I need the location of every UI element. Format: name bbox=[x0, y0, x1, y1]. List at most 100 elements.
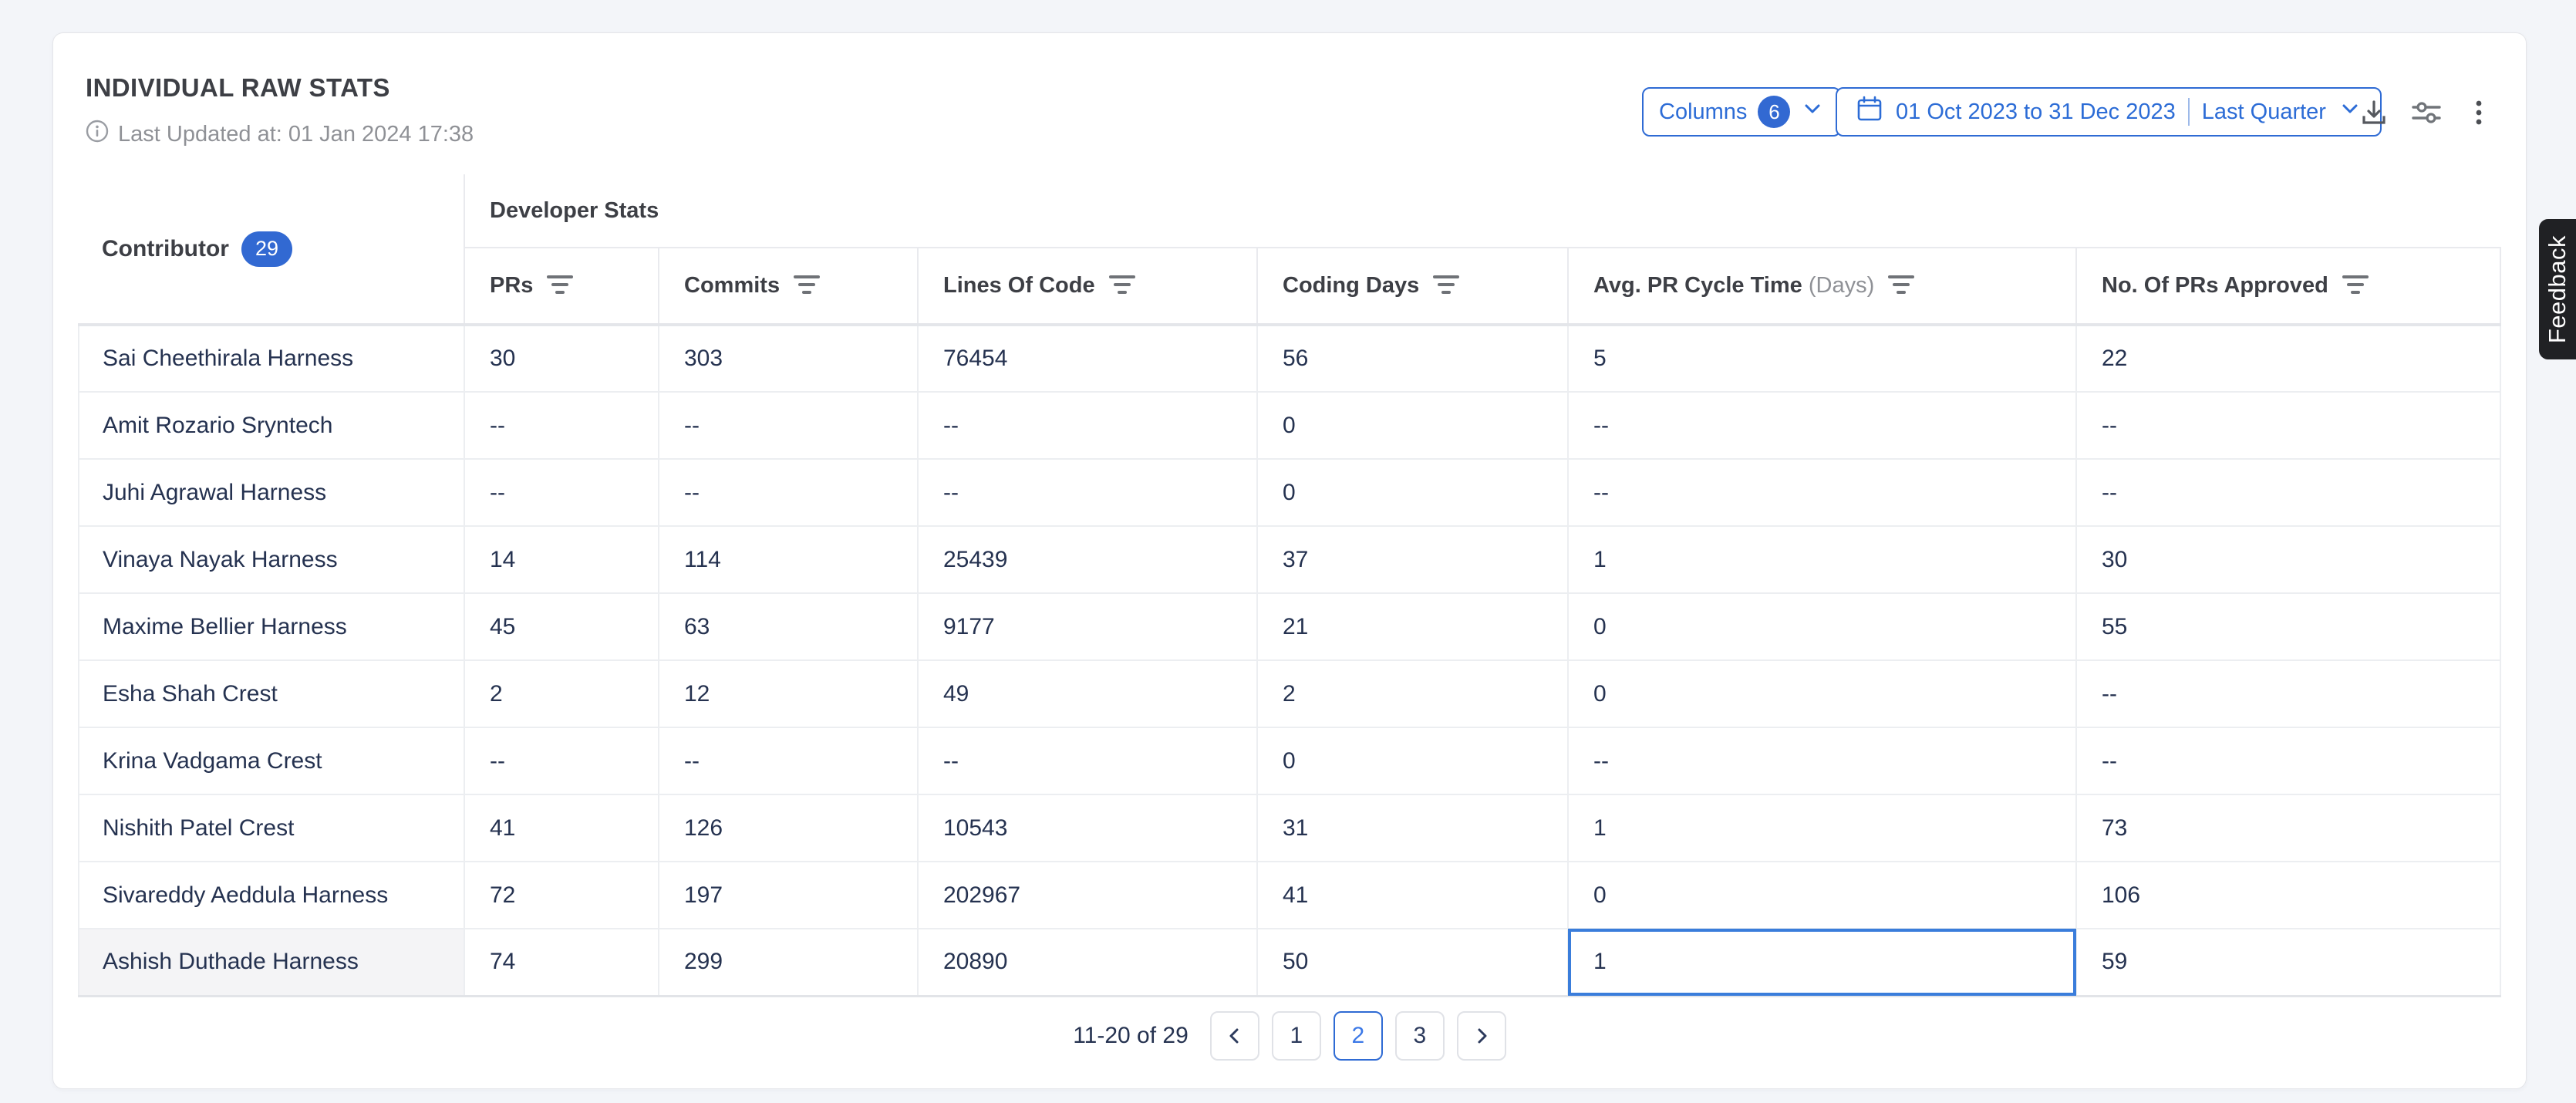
stat-cell[interactable]: 21 bbox=[1257, 593, 1568, 660]
table-row: Esha Shah Crest2124920-- bbox=[79, 660, 2500, 727]
stat-cell[interactable]: 0 bbox=[1568, 660, 2076, 727]
stat-cell[interactable]: -- bbox=[464, 459, 659, 526]
stat-cell[interactable]: 55 bbox=[2076, 593, 2500, 660]
contributor-cell[interactable]: Maxime Bellier Harness bbox=[79, 593, 464, 660]
stat-cell[interactable]: 41 bbox=[464, 794, 659, 862]
stat-cell[interactable]: 20890 bbox=[918, 929, 1257, 996]
stat-cell[interactable]: 25439 bbox=[918, 526, 1257, 593]
columns-button[interactable]: Columns 6 bbox=[1642, 87, 1841, 137]
date-range-button[interactable]: 01 Oct 2023 to 31 Dec 2023 Last Quarter bbox=[1836, 87, 2382, 137]
stat-cell[interactable]: 31 bbox=[1257, 794, 1568, 862]
contributor-cell[interactable]: Sai Cheethirala Harness bbox=[79, 325, 464, 392]
page-button-2[interactable]: 2 bbox=[1334, 1011, 1383, 1061]
stat-cell[interactable]: 1 bbox=[1568, 526, 2076, 593]
contributor-cell[interactable]: Nishith Patel Crest bbox=[79, 794, 464, 862]
contributor-cell[interactable]: Krina Vadgama Crest bbox=[79, 727, 464, 794]
stat-cell[interactable]: 9177 bbox=[918, 593, 1257, 660]
stat-cell[interactable]: 1 bbox=[1568, 794, 2076, 862]
stat-cell[interactable]: 12 bbox=[659, 660, 918, 727]
chevron-down-icon bbox=[1801, 97, 1824, 126]
stat-cell[interactable]: 299 bbox=[659, 929, 918, 996]
page-title: INDIVIDUAL RAW STATS bbox=[86, 73, 390, 103]
stat-cell[interactable]: -- bbox=[2076, 392, 2500, 459]
contributor-cell[interactable]: Vinaya Nayak Harness bbox=[79, 526, 464, 593]
stat-cell[interactable]: 37 bbox=[1257, 526, 1568, 593]
stat-cell[interactable]: -- bbox=[1568, 727, 2076, 794]
stat-cell[interactable]: 50 bbox=[1257, 929, 1568, 996]
stat-cell[interactable]: 2 bbox=[464, 660, 659, 727]
stat-cell[interactable]: 41 bbox=[1257, 862, 1568, 929]
page-button-3[interactable]: 3 bbox=[1395, 1011, 1445, 1061]
stat-cell[interactable]: 0 bbox=[1257, 459, 1568, 526]
individual-raw-stats-card: INDIVIDUAL RAW STATS Last Updated at: 01… bbox=[52, 32, 2527, 1089]
stat-cell[interactable]: 14 bbox=[464, 526, 659, 593]
stat-cell[interactable]: 0 bbox=[1568, 593, 2076, 660]
stat-cell[interactable]: 59 bbox=[2076, 929, 2500, 996]
stat-cell[interactable]: 0 bbox=[1257, 727, 1568, 794]
stat-cell[interactable]: -- bbox=[918, 392, 1257, 459]
last-updated-row: Last Updated at: 01 Jan 2024 17:38 bbox=[86, 120, 474, 149]
stat-cell[interactable]: 10543 bbox=[918, 794, 1257, 862]
contributor-column-header: Contributor 29 bbox=[79, 174, 464, 325]
developer-stats-group-header: Developer Stats bbox=[464, 174, 2500, 248]
stat-cell[interactable]: -- bbox=[918, 727, 1257, 794]
sliders-icon[interactable] bbox=[2406, 92, 2447, 133]
stat-cell[interactable]: 303 bbox=[659, 325, 918, 392]
stat-cell[interactable]: 63 bbox=[659, 593, 918, 660]
contributor-cell[interactable]: Ashish Duthade Harness bbox=[79, 929, 464, 996]
stat-cell[interactable]: 30 bbox=[464, 325, 659, 392]
column-header-prs: PRs bbox=[464, 248, 659, 325]
stat-cell[interactable]: 76454 bbox=[918, 325, 1257, 392]
filter-icon[interactable] bbox=[547, 275, 573, 294]
stat-cell[interactable]: -- bbox=[1568, 459, 2076, 526]
stat-cell[interactable]: 197 bbox=[659, 862, 918, 929]
feedback-tab-label: Feedback bbox=[2544, 235, 2571, 343]
contributor-cell[interactable]: Sivareddy Aeddula Harness bbox=[79, 862, 464, 929]
page-button-1[interactable]: 1 bbox=[1272, 1011, 1321, 1061]
stat-cell[interactable]: -- bbox=[918, 459, 1257, 526]
column-header-coding-days: Coding Days bbox=[1257, 248, 1568, 325]
stat-cell[interactable]: 72 bbox=[464, 862, 659, 929]
stat-cell[interactable]: -- bbox=[659, 459, 918, 526]
stat-cell[interactable]: -- bbox=[1568, 392, 2076, 459]
columns-button-label: Columns bbox=[1659, 100, 1747, 125]
stat-cell[interactable]: 114 bbox=[659, 526, 918, 593]
stat-cell[interactable]: -- bbox=[464, 727, 659, 794]
next-page-button[interactable] bbox=[1457, 1011, 1506, 1061]
stat-cell[interactable]: -- bbox=[2076, 727, 2500, 794]
stat-cell[interactable]: -- bbox=[464, 392, 659, 459]
filter-icon[interactable] bbox=[2342, 275, 2369, 294]
filter-icon[interactable] bbox=[1433, 275, 1459, 294]
kebab-menu-icon[interactable] bbox=[2458, 92, 2500, 133]
contributor-cell[interactable]: Esha Shah Crest bbox=[79, 660, 464, 727]
stat-cell[interactable]: 5 bbox=[1568, 325, 2076, 392]
stat-cell[interactable]: 49 bbox=[918, 660, 1257, 727]
stat-cell[interactable]: 0 bbox=[1568, 862, 2076, 929]
download-icon[interactable] bbox=[2353, 92, 2395, 133]
filter-icon[interactable] bbox=[794, 275, 820, 294]
table-row: Maxime Bellier Harness4563917721055 bbox=[79, 593, 2500, 660]
stat-cell[interactable]: -- bbox=[659, 392, 918, 459]
filter-icon[interactable] bbox=[1109, 275, 1135, 294]
stat-cell[interactable]: 22 bbox=[2076, 325, 2500, 392]
stat-cell[interactable]: 30 bbox=[2076, 526, 2500, 593]
stat-cell[interactable]: 1 bbox=[1568, 929, 2076, 996]
stat-cell[interactable]: 126 bbox=[659, 794, 918, 862]
contributor-cell[interactable]: Juhi Agrawal Harness bbox=[79, 459, 464, 526]
previous-page-button[interactable] bbox=[1210, 1011, 1259, 1061]
stat-cell[interactable]: 74 bbox=[464, 929, 659, 996]
feedback-tab[interactable]: Feedback bbox=[2539, 219, 2576, 359]
stat-cell[interactable]: 2 bbox=[1257, 660, 1568, 727]
stat-cell[interactable]: -- bbox=[2076, 459, 2500, 526]
stat-cell[interactable]: 202967 bbox=[918, 862, 1257, 929]
table-row: Sai Cheethirala Harness303037645456522 bbox=[79, 325, 2500, 392]
filter-icon[interactable] bbox=[1888, 275, 1914, 294]
stat-cell[interactable]: 73 bbox=[2076, 794, 2500, 862]
stat-cell[interactable]: 0 bbox=[1257, 392, 1568, 459]
stat-cell[interactable]: 45 bbox=[464, 593, 659, 660]
stat-cell[interactable]: -- bbox=[659, 727, 918, 794]
stat-cell[interactable]: -- bbox=[2076, 660, 2500, 727]
stat-cell[interactable]: 106 bbox=[2076, 862, 2500, 929]
contributor-cell[interactable]: Amit Rozario Sryntech bbox=[79, 392, 464, 459]
stat-cell[interactable]: 56 bbox=[1257, 325, 1568, 392]
